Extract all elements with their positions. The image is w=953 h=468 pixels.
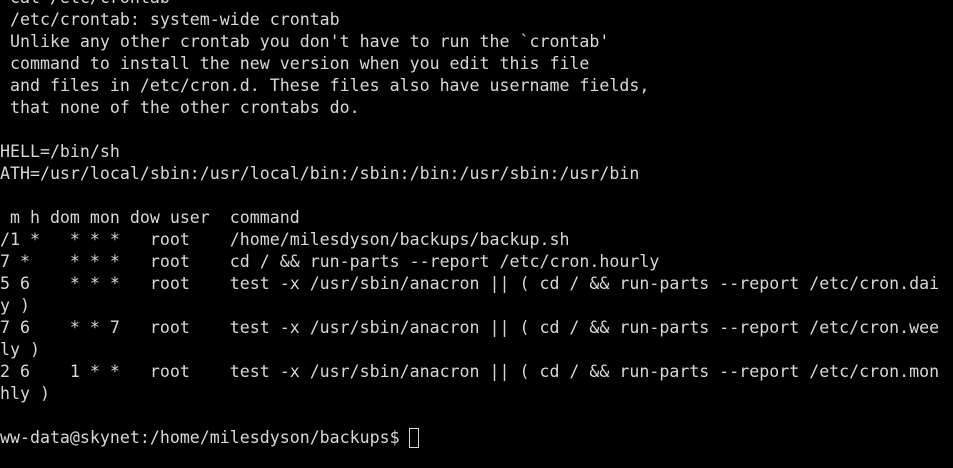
cron-job-monthly-wrap: thly ) (0, 384, 50, 403)
cron-job-weekly: 47 6 * * 7 root test -x /usr/sbin/anacro… (0, 318, 940, 337)
crontab-comment-line: # and files in /etc/cron.d. These files … (0, 76, 650, 95)
cron-job-monthly: 52 6 1 * * root test -x /usr/sbin/anacro… (0, 362, 940, 381)
cron-job-weekly-wrap: kly ) (0, 340, 40, 359)
cron-job-hourly: 17 * * * * root cd / && run-parts --repo… (0, 252, 660, 271)
shell-prompt-line[interactable]: www-data@skynet:/home/milesdyson/backups… (0, 427, 953, 449)
shell-setting: SHELL=/bin/sh (0, 142, 120, 161)
cron-job-daily: 25 6 * * * root test -x /usr/sbin/anacro… (0, 274, 940, 293)
path-setting: PATH=/usr/local/sbin:/usr/local/bin:/sbi… (0, 164, 640, 183)
cron-job-backup: */1 * * * * root /home/milesdyson/backup… (0, 230, 570, 249)
crontab-header: # m h dom mon dow user command (0, 208, 300, 227)
crontab-comment-line: # Unlike any other crontab you don't hav… (0, 32, 610, 51)
shell-prompt: www-data@skynet:/home/milesdyson/backups… (0, 428, 400, 447)
crontab-end-comment: # (0, 405, 953, 427)
terminal-window[interactable]: $ cat /etc/crontab # /etc/crontab: syste… (0, 0, 953, 468)
cron-job-daily-wrap: ly ) (0, 296, 30, 315)
crontab-comment-line: # command to install the new version whe… (0, 54, 590, 73)
crontab-comment-title: # /etc/crontab: system-wide crontab (0, 10, 340, 29)
terminal-cursor[interactable] (408, 428, 419, 448)
terminal-output: $ cat /etc/crontab # /etc/crontab: syste… (0, 0, 953, 449)
terminal-line-command: $ cat /etc/crontab (0, 0, 953, 9)
crontab-comment-line: # that none of the other crontabs do. (0, 98, 360, 117)
